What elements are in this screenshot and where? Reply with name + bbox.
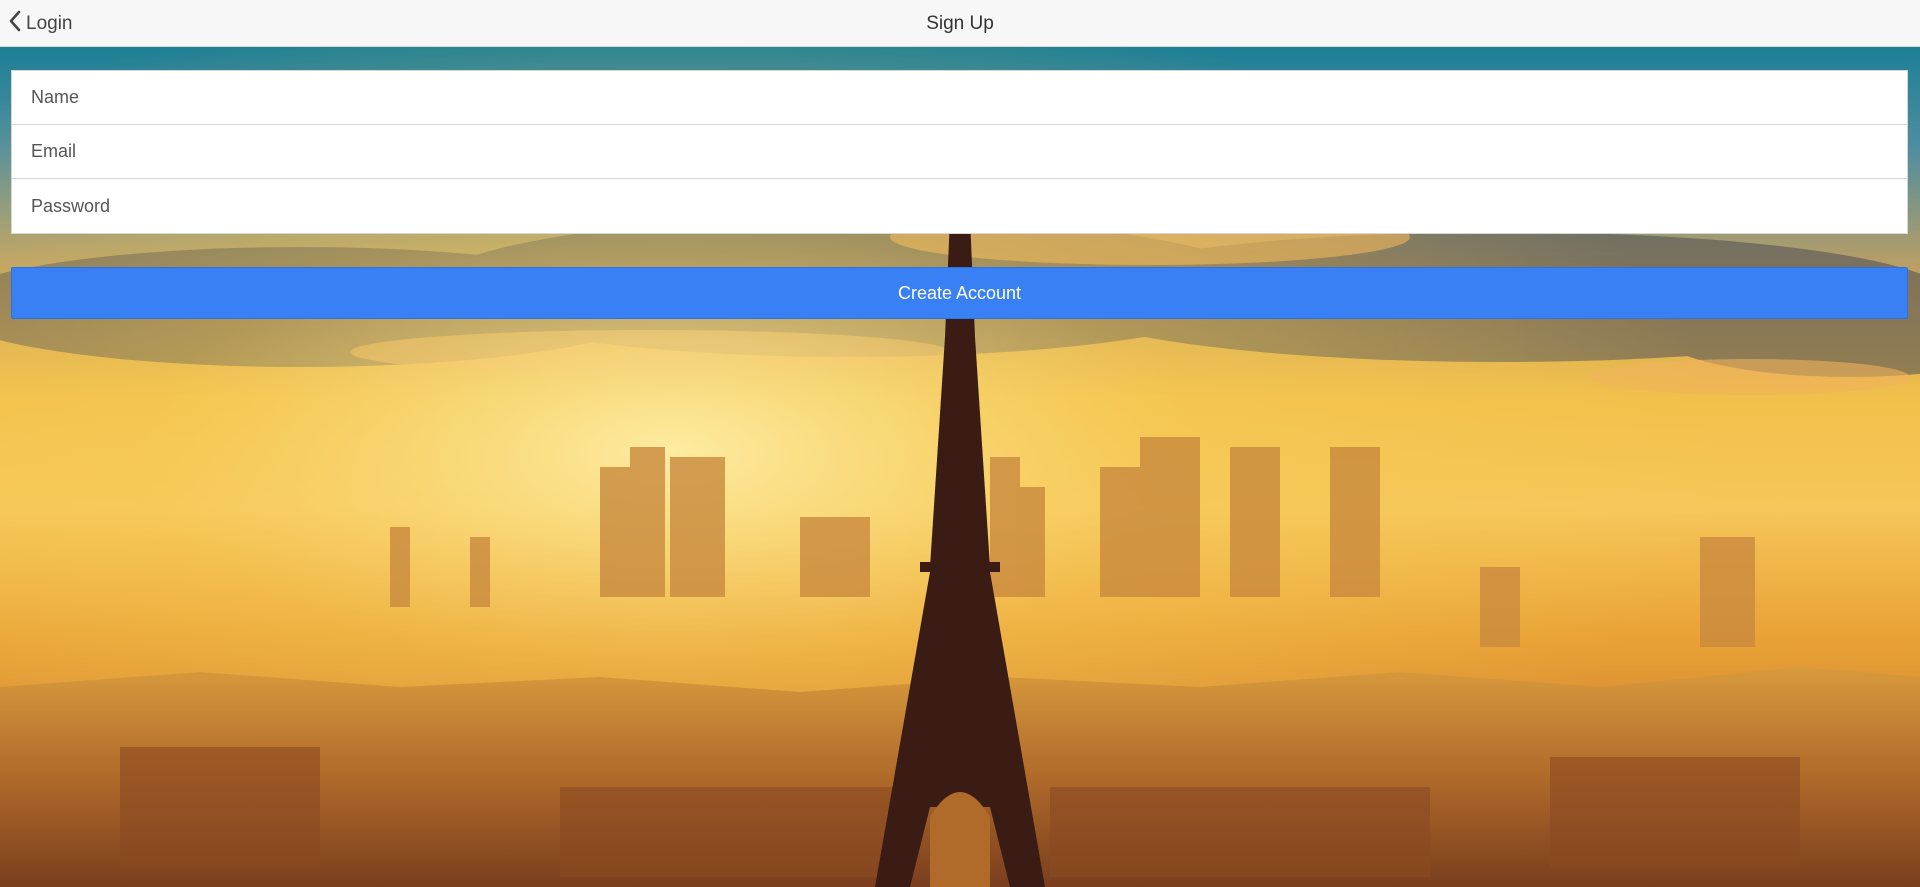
- chevron-left-icon: [8, 10, 26, 38]
- name-input[interactable]: [12, 71, 1907, 124]
- signup-form: [11, 70, 1908, 234]
- password-input[interactable]: [12, 179, 1907, 233]
- back-button[interactable]: Login: [8, 0, 73, 47]
- password-item: [12, 179, 1907, 233]
- email-input[interactable]: [12, 125, 1907, 178]
- email-item: [12, 125, 1907, 179]
- back-button-label: Login: [26, 12, 73, 34]
- page-title: Sign Up: [926, 13, 994, 34]
- app-root: Login Sign Up Create Account: [0, 0, 1920, 887]
- create-account-button[interactable]: Create Account: [11, 267, 1908, 319]
- name-item: [12, 71, 1907, 125]
- navbar: Login Sign Up: [0, 0, 1920, 47]
